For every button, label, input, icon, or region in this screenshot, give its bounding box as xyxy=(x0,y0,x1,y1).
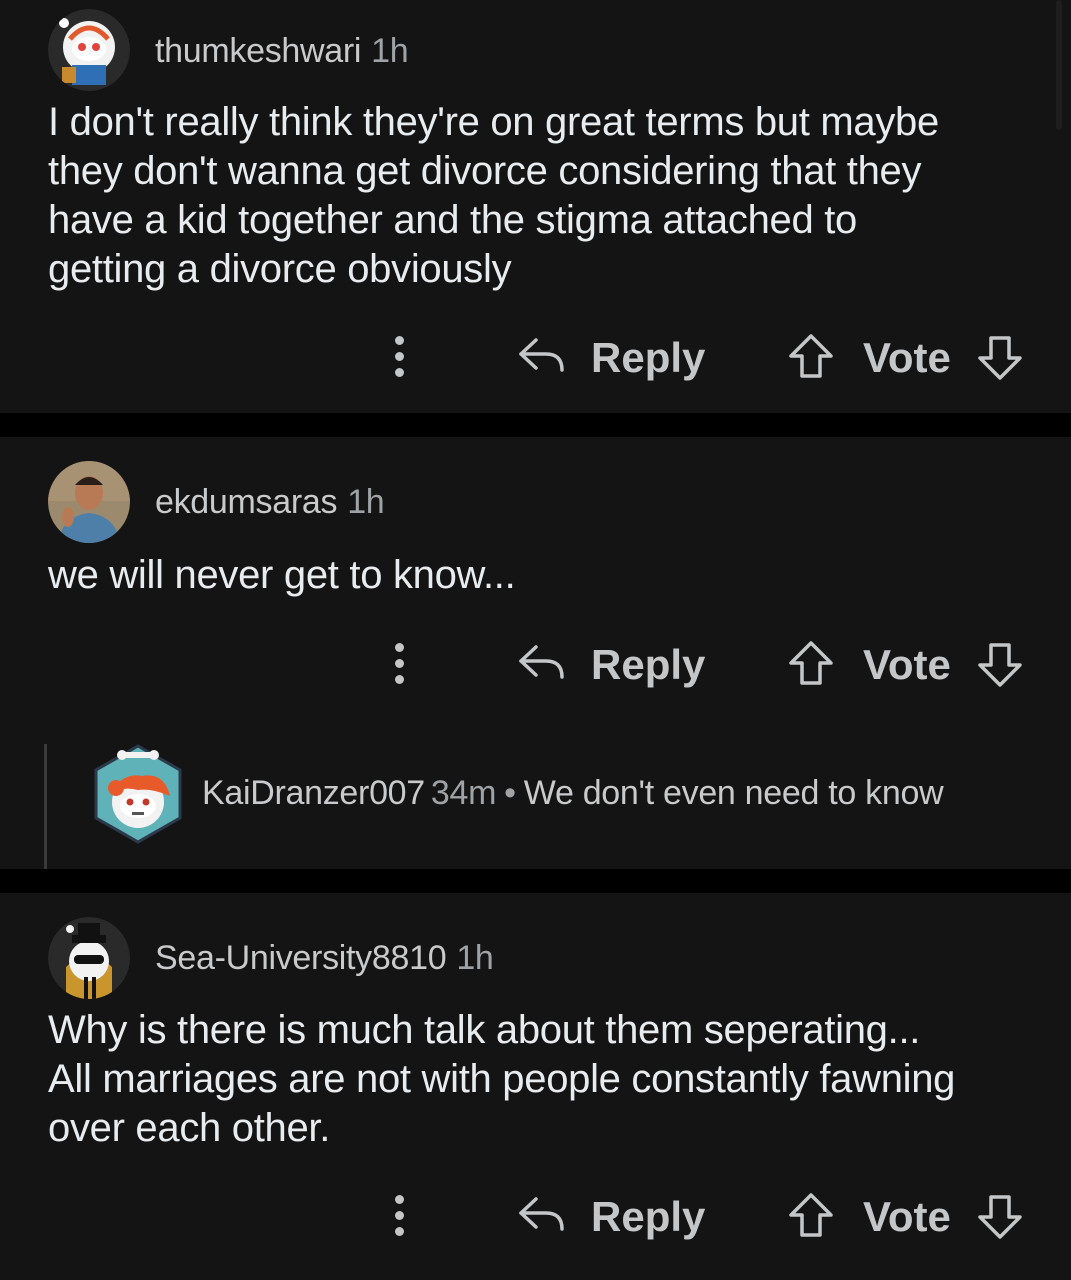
comment-body: Why is there is much talk about them sep… xyxy=(48,1006,1038,1153)
timestamp: 1h xyxy=(347,483,385,521)
collapsed-reply[interactable]: KaiDranzer007 34m • We don't even need to k… xyxy=(92,744,1052,844)
comment-actions: Reply Vote xyxy=(0,633,1071,693)
reply-arrow-icon xyxy=(519,338,564,372)
thread-line[interactable] xyxy=(44,744,47,869)
avatar[interactable] xyxy=(92,744,184,844)
upvote-arrow-icon[interactable] xyxy=(786,639,836,689)
reply-label: Reply xyxy=(591,1193,706,1240)
reply-arrow-icon xyxy=(519,1197,564,1231)
vote-count: Vote xyxy=(863,1193,951,1240)
comment-line: Why is there is much talk about them sep… xyxy=(48,1008,921,1052)
comment-card: ekdumsaras 1h we will never get to know..… xyxy=(0,437,1071,869)
comment-actions: Reply Vote xyxy=(0,1185,1071,1245)
comment-body: I don't really think they're on great te… xyxy=(48,98,1038,294)
username[interactable]: KaiDranzer007 xyxy=(202,774,425,812)
reply-button[interactable]: Reply xyxy=(516,326,716,386)
comment-author[interactable]: Sea-University8810 1h xyxy=(155,939,494,978)
comment-line: over each other. xyxy=(48,1106,331,1150)
separator: • xyxy=(504,774,516,812)
username[interactable]: thumkeshwari xyxy=(155,32,361,70)
reply-label: Reply xyxy=(591,641,706,688)
comment-actions: Reply Vote xyxy=(0,326,1071,386)
comment-line: have a kid together and the stigma attac… xyxy=(48,198,857,242)
reply-arrow-icon xyxy=(519,645,564,679)
username[interactable]: Sea-University8810 xyxy=(155,939,447,977)
more-options-button[interactable] xyxy=(385,332,415,380)
reply-label: Reply xyxy=(591,334,706,381)
more-options-button[interactable] xyxy=(385,1191,415,1239)
comment-line: they don't wanna get divorce considering… xyxy=(48,149,922,193)
avatar[interactable] xyxy=(48,9,130,91)
upvote-arrow-icon[interactable] xyxy=(786,332,836,382)
reply-button[interactable]: Reply xyxy=(516,1185,716,1245)
comment-author[interactable]: ekdumsaras 1h xyxy=(155,483,385,522)
downvote-arrow-icon[interactable] xyxy=(975,332,1025,382)
reply-preview[interactable]: KaiDranzer007 34m • We don't even need to k… xyxy=(202,774,944,813)
comment-line: All marriages are not with people consta… xyxy=(48,1057,956,1101)
avatar[interactable] xyxy=(48,461,130,543)
comment-line: getting a divorce obviously xyxy=(48,247,512,291)
reply-button[interactable]: Reply xyxy=(516,633,716,693)
comment-card: Sea-University8810 1h Why is there is muc… xyxy=(0,893,1071,1280)
downvote-arrow-icon[interactable] xyxy=(975,639,1025,689)
downvote-arrow-icon[interactable] xyxy=(975,1191,1025,1241)
avatar[interactable] xyxy=(48,917,130,999)
vote-count: Vote xyxy=(863,641,951,688)
comment-line: we will never get to know... xyxy=(48,553,516,597)
upvote-arrow-icon[interactable] xyxy=(786,1191,836,1241)
timestamp: 1h xyxy=(456,939,494,977)
timestamp: 34m xyxy=(430,774,497,812)
username[interactable]: ekdumsaras xyxy=(155,483,338,521)
more-options-button[interactable] xyxy=(385,639,415,687)
comment-author[interactable]: thumkeshwari 1h xyxy=(155,32,409,71)
timestamp: 1h xyxy=(371,32,409,70)
comment-line: I don't really think they're on great te… xyxy=(48,100,939,144)
comment-card: thumkeshwari 1h I don't really think they… xyxy=(0,0,1071,413)
scrollbar[interactable] xyxy=(1056,0,1062,130)
reply-preview-text: We don't even need to know xyxy=(523,774,944,812)
vote-count: Vote xyxy=(863,334,951,381)
comment-body: we will never get to know... xyxy=(48,551,1038,600)
